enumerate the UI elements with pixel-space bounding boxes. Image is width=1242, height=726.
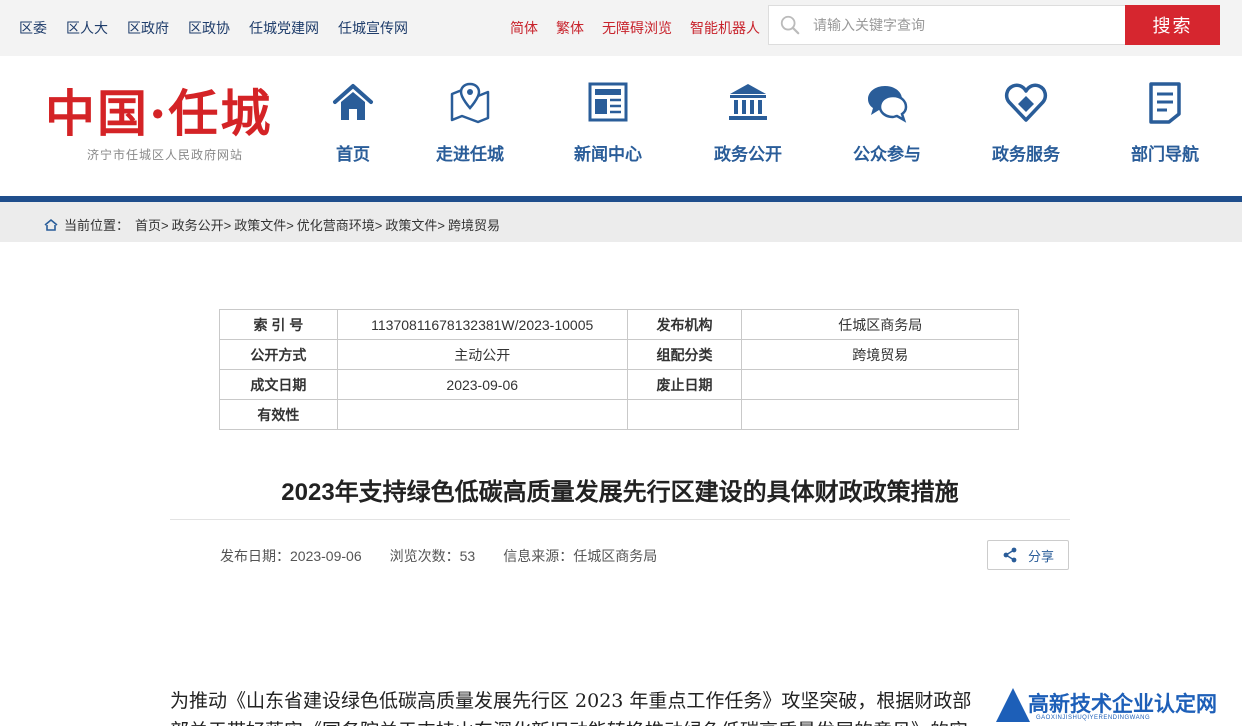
share-label: 分享 bbox=[1027, 548, 1054, 564]
info-value: 2023-09-06 bbox=[336, 369, 628, 400]
top-link-district-committee[interactable]: 区委 bbox=[19, 18, 47, 38]
info-value bbox=[741, 399, 1019, 430]
watermark-logo-icon bbox=[996, 688, 1030, 722]
info-key: 索 引 号 bbox=[219, 309, 338, 340]
map-pin-icon bbox=[450, 82, 490, 124]
heart-tag-icon bbox=[1004, 83, 1048, 122]
info-key: 有效性 bbox=[219, 399, 338, 430]
breadcrumb-prefix: 当前位置： bbox=[64, 218, 130, 233]
breadcrumb-government-affairs[interactable]: 政务公开> bbox=[172, 215, 232, 234]
share-icon bbox=[1003, 547, 1017, 563]
nav-home[interactable]: 首页 bbox=[303, 80, 403, 165]
search-button[interactable]: 搜索 bbox=[1125, 5, 1220, 45]
search-icon bbox=[780, 15, 800, 35]
breadcrumb-policy-files[interactable]: 政策文件> bbox=[234, 215, 294, 234]
nav-government-services[interactable]: 政务服务 bbox=[976, 80, 1076, 165]
table-row: 索 引 号 11370811678132381W/2023-10005 发布机构… bbox=[219, 309, 1019, 340]
top-link-npc[interactable]: 区人大 bbox=[66, 18, 108, 38]
info-value: 11370811678132381W/2023-10005 bbox=[336, 309, 628, 340]
publish-date: 发布日期：2023-09-06 bbox=[220, 548, 362, 564]
breadcrumb: 当前位置： 首页> 政务公开> 政策文件> 优化营商环境> 政策文件> 跨境贸易 bbox=[44, 215, 500, 234]
top-bar: 区委 区人大 区政府 区政协 任城党建网 任城宣传网 简体 繁体 无障碍浏览 智… bbox=[0, 0, 1242, 56]
logo-text: 中国·任城 bbox=[45, 84, 273, 143]
nav-public-participation[interactable]: 公众参与 bbox=[837, 80, 937, 165]
home-icon bbox=[333, 84, 373, 120]
info-key: 成文日期 bbox=[219, 369, 338, 400]
tool-simplified[interactable]: 简体 bbox=[510, 18, 538, 38]
nav-about[interactable]: 走进任城 bbox=[420, 80, 520, 165]
document-info-table: 索 引 号 11370811678132381W/2023-10005 发布机构… bbox=[219, 309, 1019, 430]
top-links: 区委 区人大 区政府 区政协 任城党建网 任城宣传网 bbox=[19, 18, 427, 38]
info-value: 跨境贸易 bbox=[741, 339, 1019, 370]
tool-accessibility[interactable]: 无障碍浏览 bbox=[602, 18, 672, 38]
share-button[interactable]: 分享 bbox=[987, 540, 1069, 570]
info-value bbox=[336, 399, 628, 430]
watermark: 高新技术企业认定网 GAOXINJISHUQIYERENDINGWANG bbox=[996, 688, 1242, 726]
info-key bbox=[626, 399, 743, 430]
view-count: 浏览次数：53 bbox=[389, 548, 476, 564]
info-key: 组配分类 bbox=[626, 339, 743, 370]
search-box: 搜索 bbox=[768, 5, 1220, 45]
info-key: 公开方式 bbox=[219, 339, 338, 370]
top-link-publicity-site[interactable]: 任城宣传网 bbox=[338, 18, 408, 38]
tool-traditional[interactable]: 繁体 bbox=[556, 18, 584, 38]
article-meta: 发布日期：2023-09-06 浏览次数：53 信息来源：任城区商务局 bbox=[220, 546, 685, 566]
document-icon bbox=[1149, 82, 1181, 124]
info-source: 信息来源：任城区商务局 bbox=[503, 548, 658, 564]
newspaper-icon bbox=[588, 82, 628, 122]
tool-robot[interactable]: 智能机器人 bbox=[690, 18, 760, 38]
nav-news[interactable]: 新闻中心 bbox=[558, 80, 658, 165]
title-divider bbox=[170, 519, 1070, 520]
top-link-cppcc[interactable]: 区政协 bbox=[188, 18, 230, 38]
top-link-party-site[interactable]: 任城党建网 bbox=[249, 18, 319, 38]
chat-bubbles-icon bbox=[868, 86, 908, 123]
info-key: 发布机构 bbox=[626, 309, 743, 340]
info-key: 废止日期 bbox=[626, 369, 743, 400]
breadcrumb-cross-border-trade[interactable]: 跨境贸易 bbox=[448, 215, 500, 234]
nav-department-guide[interactable]: 部门导航 bbox=[1115, 80, 1215, 165]
government-building-icon bbox=[729, 84, 767, 120]
breadcrumb-policy-files-2[interactable]: 政策文件> bbox=[385, 215, 445, 234]
info-value: 主动公开 bbox=[336, 339, 628, 370]
home-small-icon bbox=[44, 218, 58, 231]
nav-government-affairs[interactable]: 政务公开 bbox=[698, 80, 798, 165]
table-row: 公开方式 主动公开 组配分类 跨境贸易 bbox=[219, 339, 1019, 370]
article-body-line: 部关于带好落实《国务院关于支持山东深化新旧动能转换推动绿色低碳高质量发展的意见》… bbox=[170, 716, 1075, 726]
logo-subtitle: 济宁市任城区人民政府网站 bbox=[87, 148, 244, 162]
watermark-text: 高新技术企业认定网 bbox=[1028, 693, 1217, 716]
breadcrumb-bar: 当前位置： 首页> 政务公开> 政策文件> 优化营商环境> 政策文件> 跨境贸易 bbox=[0, 202, 1242, 242]
site-header: 中国·任城 济宁市任城区人民政府网站 首页 走进任城 新闻中心 政务公开 公众参… bbox=[0, 56, 1242, 196]
article-body-line: 为推动《山东省建设绿色低碳高质量发展先行区 2023 年重点工作任务》攻坚突破，… bbox=[170, 690, 972, 712]
search-input[interactable] bbox=[813, 6, 1123, 44]
info-value bbox=[741, 369, 1019, 400]
tool-links: 简体 繁体 无障碍浏览 智能机器人 bbox=[510, 18, 778, 38]
watermark-subtext: GAOXINJISHUQIYERENDINGWANG bbox=[1036, 715, 1151, 721]
article-title: 2023年支持绿色低碳高质量发展先行区建设的具体财政政策措施 bbox=[281, 479, 959, 506]
table-row: 有效性 bbox=[219, 399, 1019, 430]
site-logo[interactable]: 中国·任城 济宁市任城区人民政府网站 bbox=[45, 86, 305, 166]
breadcrumb-business-environment[interactable]: 优化营商环境> bbox=[297, 215, 383, 234]
breadcrumb-home[interactable]: 首页> bbox=[135, 215, 169, 234]
info-value: 任城区商务局 bbox=[741, 309, 1019, 340]
table-row: 成文日期 2023-09-06 废止日期 bbox=[219, 369, 1019, 400]
top-link-government[interactable]: 区政府 bbox=[127, 18, 169, 38]
